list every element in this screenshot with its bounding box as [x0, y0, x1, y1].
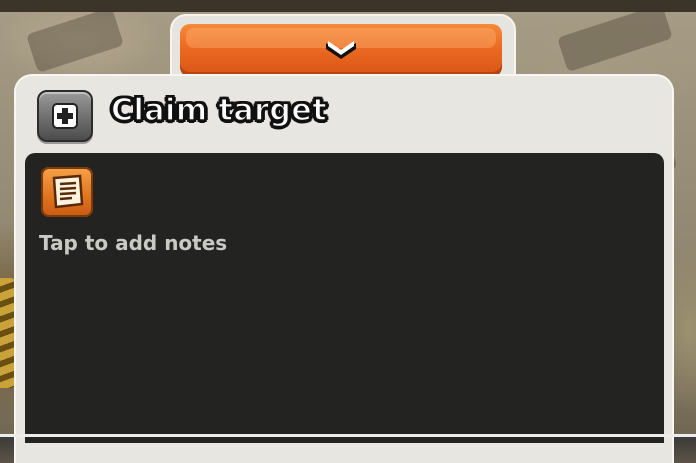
notepad-icon [52, 174, 84, 209]
notes-icon [41, 167, 93, 217]
notes-placeholder: Tap to add notes [39, 231, 228, 255]
panel-title: Claim target [110, 92, 328, 129]
plus-icon [52, 103, 78, 129]
background-rock [26, 7, 124, 73]
collapse-button[interactable] [180, 24, 502, 76]
claim-target-button[interactable] [37, 90, 93, 142]
background-rock [557, 3, 673, 73]
chevron-down-icon [326, 41, 356, 59]
panel-bottom-edge [0, 434, 696, 437]
notes-area[interactable]: Tap to add notes [25, 153, 664, 443]
